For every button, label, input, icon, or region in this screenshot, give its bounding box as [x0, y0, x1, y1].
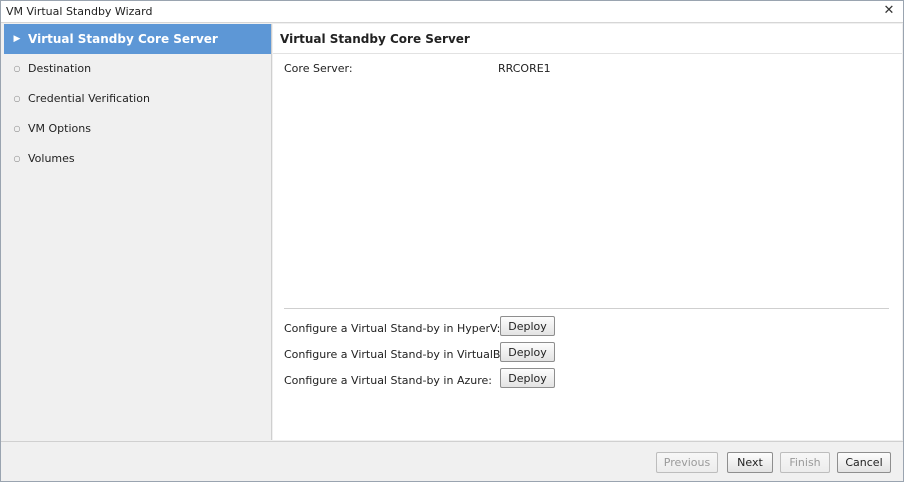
window-title: VM Virtual Standby Wizard: [6, 5, 153, 18]
sidebar-item-label: Virtual Standby Core Server: [28, 32, 218, 46]
page-title: Virtual Standby Core Server: [273, 24, 902, 54]
sidebar-item-label: Credential Verification: [28, 92, 150, 105]
deploy-hyperv-label: Configure a Virtual Stand-by in HyperV:: [284, 322, 501, 335]
core-server-value: RRCORE1: [498, 62, 551, 75]
deploy-row-virtualbox: Configure a Virtual Stand-by in VirtualB…: [284, 342, 684, 364]
sidebar-item-label: Volumes: [28, 152, 75, 165]
sidebar-item-credential-verification[interactable]: ○ Credential Verification: [4, 84, 271, 114]
close-icon[interactable]: ✕: [881, 3, 897, 19]
next-button[interactable]: Next: [727, 452, 773, 473]
deploy-virtualbox-label: Configure a Virtual Stand-by in VirtualB…: [284, 348, 518, 361]
finish-button[interactable]: Finish: [780, 452, 830, 473]
wizard-footer: Previous Next Finish Cancel: [1, 441, 903, 481]
sidebar-item-vm-options[interactable]: ○ VM Options: [4, 114, 271, 144]
deploy-azure-button[interactable]: Deploy: [500, 368, 555, 388]
wizard-steps-sidebar: ▶ Virtual Standby Core Server ○ Destinat…: [4, 24, 272, 440]
step-pending-icon: ○: [13, 64, 21, 73]
core-server-label: Core Server:: [284, 62, 353, 75]
deploy-row-azure: Configure a Virtual Stand-by in Azure: D…: [284, 368, 684, 390]
deploy-row-hyperv: Configure a Virtual Stand-by in HyperV: …: [284, 316, 684, 338]
deploy-virtualbox-button[interactable]: Deploy: [500, 342, 555, 362]
sidebar-item-virtual-standby-core-server[interactable]: ▶ Virtual Standby Core Server: [4, 24, 271, 54]
step-current-icon: ▶: [13, 34, 21, 44]
title-bar: VM Virtual Standby Wizard ✕: [1, 1, 903, 23]
step-pending-icon: ○: [13, 154, 21, 163]
step-pending-icon: ○: [13, 94, 21, 103]
deploy-hyperv-button[interactable]: Deploy: [500, 316, 555, 336]
cancel-button[interactable]: Cancel: [837, 452, 891, 473]
sidebar-item-volumes[interactable]: ○ Volumes: [4, 144, 271, 174]
sidebar-item-label: VM Options: [28, 122, 91, 135]
previous-button[interactable]: Previous: [656, 452, 718, 473]
sidebar-item-destination[interactable]: ○ Destination: [4, 54, 271, 84]
divider: [284, 308, 889, 309]
main-panel: Virtual Standby Core Server Core Server:…: [273, 24, 902, 440]
sidebar-item-label: Destination: [28, 62, 92, 75]
step-pending-icon: ○: [13, 124, 21, 133]
wizard-window: VM Virtual Standby Wizard ✕ ▶ Virtual St…: [0, 0, 904, 482]
deploy-azure-label: Configure a Virtual Stand-by in Azure:: [284, 374, 492, 387]
